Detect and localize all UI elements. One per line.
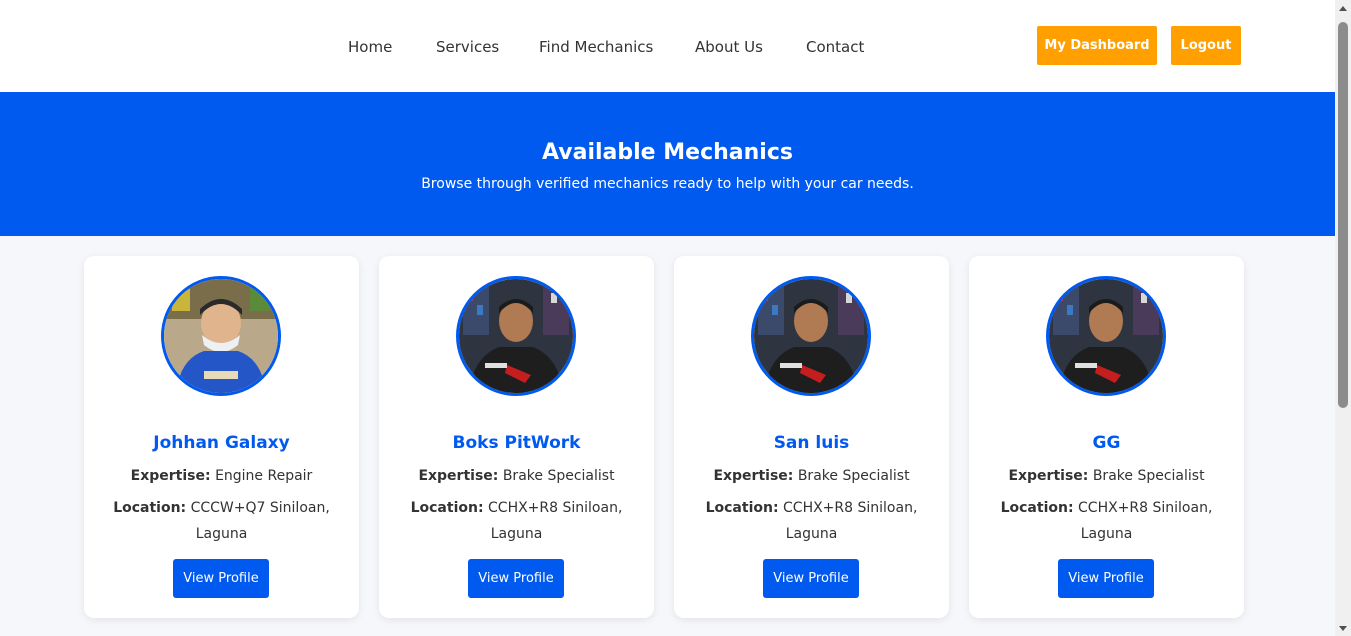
mechanic-avatar [751, 276, 871, 396]
logout-button[interactable]: Logout [1171, 26, 1241, 65]
arrow-down-icon [1339, 625, 1347, 631]
location-value: CCHX+R8 Siniloan, Laguna [783, 500, 918, 542]
mechanic-expertise: Expertise: Brake Specialist [674, 465, 949, 487]
view-profile-button[interactable]: View Profile [763, 559, 859, 598]
mechanic-card: San luis Expertise: Brake Specialist Loc… [674, 256, 949, 618]
vertical-scrollbar[interactable] [1335, 0, 1351, 636]
page-title: Available Mechanics [542, 140, 793, 165]
location-label: Location: [410, 500, 484, 516]
nav-home-link[interactable]: Home [348, 36, 392, 58]
mechanic-expertise: Expertise: Brake Specialist [379, 465, 654, 487]
expertise-label: Expertise: [1008, 468, 1089, 484]
expertise-value: Brake Specialist [502, 468, 615, 484]
nav-contact-link[interactable]: Contact [806, 36, 864, 58]
mechanic-card: GG Expertise: Brake Specialist Location:… [969, 256, 1244, 618]
mechanic-photo-icon [1049, 279, 1163, 393]
mechanic-name[interactable]: GG [969, 431, 1244, 455]
page-subtitle: Browse through verified mechanics ready … [421, 176, 914, 192]
location-value: CCCW+Q7 Siniloan, Laguna [190, 500, 330, 542]
location-label: Location: [705, 500, 779, 516]
mechanic-card: Johhan Galaxy Expertise: Engine Repair L… [84, 256, 359, 618]
scroll-up-button[interactable] [1335, 0, 1351, 16]
location-value: CCHX+R8 Siniloan, Laguna [1078, 500, 1213, 542]
mechanic-location: Location: CCCW+Q7 Siniloan, Laguna [106, 495, 337, 547]
mechanic-name[interactable]: Boks PitWork [379, 431, 654, 455]
mechanic-name[interactable]: Johhan Galaxy [84, 431, 359, 455]
nav-find-mechanics-link[interactable]: Find Mechanics [539, 36, 653, 58]
expertise-label: Expertise: [418, 468, 499, 484]
nav-services-link[interactable]: Services [436, 36, 499, 58]
location-label: Location: [1000, 500, 1074, 516]
view-profile-button[interactable]: View Profile [1058, 559, 1154, 598]
hero-banner: Available Mechanics Browse through verif… [0, 92, 1335, 236]
mechanic-location: Location: CCHX+R8 Siniloan, Laguna [696, 495, 927, 547]
expertise-label: Expertise: [130, 468, 211, 484]
page: Home Services Find Mechanics About Us Co… [0, 0, 1335, 636]
mechanic-location: Location: CCHX+R8 Siniloan, Laguna [991, 495, 1222, 547]
mechanic-avatar [1046, 276, 1166, 396]
location-label: Location: [113, 500, 187, 516]
expertise-label: Expertise: [713, 468, 794, 484]
scrollbar-thumb[interactable] [1338, 22, 1348, 408]
mechanic-photo-icon [164, 279, 278, 393]
expertise-value: Engine Repair [215, 468, 313, 484]
view-profile-button[interactable]: View Profile [173, 559, 269, 598]
mechanic-avatar [161, 276, 281, 396]
mechanic-avatar [456, 276, 576, 396]
location-value: CCHX+R8 Siniloan, Laguna [488, 500, 623, 542]
expertise-value: Brake Specialist [797, 468, 910, 484]
expertise-value: Brake Specialist [1092, 468, 1205, 484]
mechanic-photo-icon [754, 279, 868, 393]
mechanic-name[interactable]: San luis [674, 431, 949, 455]
mechanic-photo-icon [459, 279, 573, 393]
mechanic-expertise: Expertise: Engine Repair [84, 465, 359, 487]
view-profile-button[interactable]: View Profile [468, 559, 564, 598]
site-header: Home Services Find Mechanics About Us Co… [0, 0, 1335, 92]
arrow-up-icon [1339, 5, 1347, 11]
mechanic-card: Boks PitWork Expertise: Brake Specialist… [379, 256, 654, 618]
my-dashboard-button[interactable]: My Dashboard [1037, 26, 1157, 65]
mechanic-expertise: Expertise: Brake Specialist [969, 465, 1244, 487]
scroll-down-button[interactable] [1335, 620, 1351, 636]
nav-about-link[interactable]: About Us [695, 36, 763, 58]
mechanic-location: Location: CCHX+R8 Siniloan, Laguna [401, 495, 632, 547]
